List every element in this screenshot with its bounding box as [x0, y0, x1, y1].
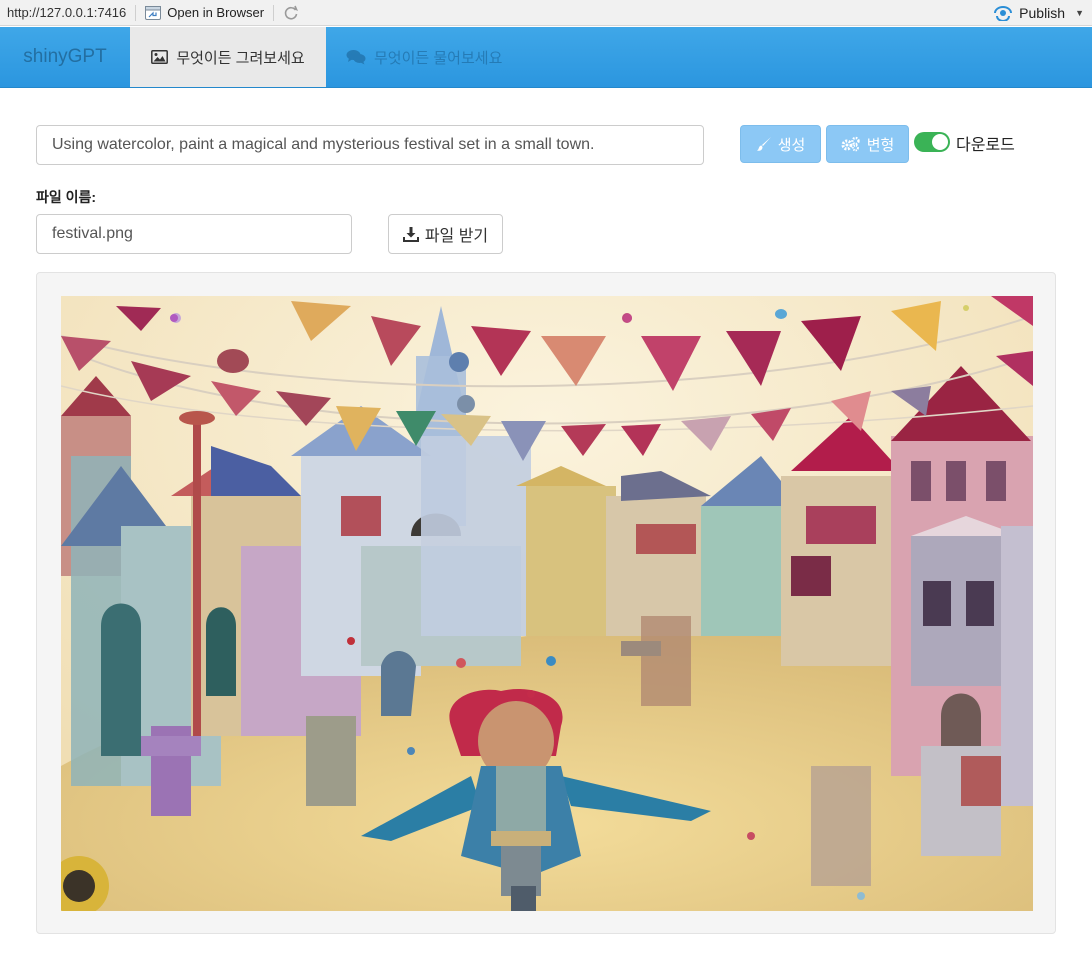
comments-icon	[346, 50, 366, 65]
tab-label: 무엇이든 물어보세요	[374, 49, 503, 67]
file-name-label: 파일 이름:	[36, 189, 97, 205]
navbar-brand[interactable]: shinyGPT	[0, 27, 130, 87]
publish-icon	[994, 6, 1013, 21]
open-in-browser-label: Open in Browser	[167, 5, 265, 20]
get-file-button[interactable]: 파일 받기	[388, 214, 503, 254]
refresh-button[interactable]	[283, 5, 299, 21]
viewer-url: http://127.0.0.1:7416	[7, 5, 127, 20]
cogs-icon	[841, 136, 860, 152]
tab-label: 무엇이든 그려보세요	[176, 49, 305, 67]
open-in-browser-button[interactable]: Open in Browser	[145, 5, 264, 20]
viewer-toolbar: http://127.0.0.1:7416 Open in Browser Pu…	[0, 0, 1092, 26]
chevron-down-icon: ▼	[1075, 8, 1084, 18]
publish-button[interactable]: Publish ▼	[993, 0, 1084, 26]
image-output-panel	[36, 272, 1056, 934]
toolbar-divider	[135, 4, 137, 21]
download-icon	[402, 227, 419, 242]
generate-button[interactable]: 생성	[740, 125, 821, 163]
file-name-input[interactable]: festival.png	[36, 214, 352, 254]
paint-brush-icon	[756, 137, 771, 151]
browser-window-icon	[145, 5, 162, 20]
download-toggle[interactable]	[914, 132, 950, 152]
prompt-input[interactable]: Using watercolor, paint a magical and my…	[36, 125, 704, 165]
publish-label: Publish	[1019, 5, 1066, 21]
variant-label: 변형	[866, 136, 895, 154]
toggle-knob	[932, 134, 948, 150]
tab-ask-anything[interactable]: 무엇이든 물어보세요	[326, 27, 522, 87]
download-toggle-label: 다운로드	[956, 137, 1015, 154]
variant-button[interactable]: 변형	[826, 125, 909, 163]
file-name-value: festival.png	[52, 225, 133, 242]
get-file-label: 파일 받기	[424, 228, 489, 245]
generated-image	[61, 296, 1033, 911]
toolbar-divider	[273, 4, 275, 21]
generate-label: 생성	[777, 136, 806, 154]
watercolor-festival-image	[61, 296, 1033, 911]
refresh-icon	[284, 5, 299, 20]
image-icon	[151, 50, 169, 64]
prompt-input-value: Using watercolor, paint a magical and my…	[52, 136, 595, 153]
tab-draw-anything[interactable]: 무엇이든 그려보세요	[130, 27, 326, 87]
navbar: shinyGPT 무엇이든 그려보세요 무엇이든 물어보세요	[0, 27, 1092, 88]
